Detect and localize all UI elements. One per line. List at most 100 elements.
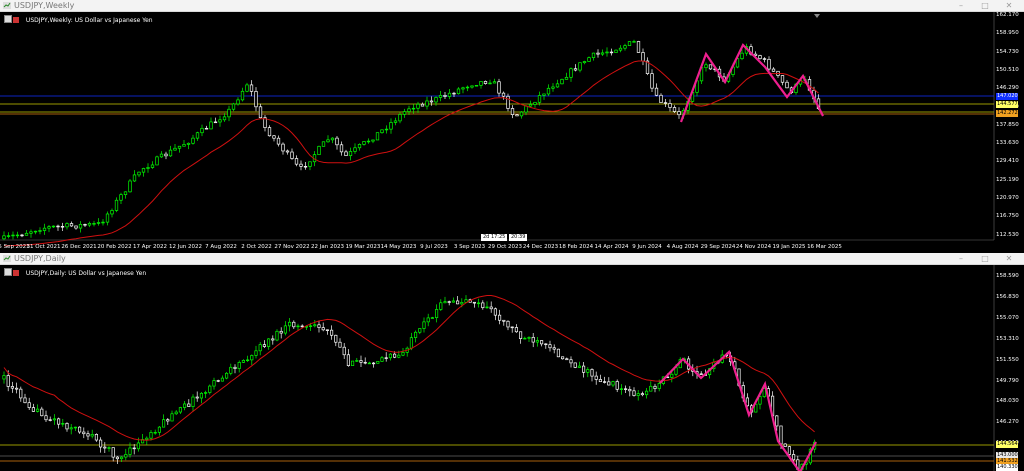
candle-body bbox=[456, 300, 460, 305]
candle-body bbox=[44, 415, 48, 421]
candle-body bbox=[326, 139, 330, 143]
candle-body bbox=[537, 95, 542, 103]
candle-body bbox=[435, 309, 439, 319]
chart-shift-icon[interactable] bbox=[814, 14, 820, 18]
candle-body bbox=[582, 365, 586, 373]
date-axis-label: 5 Sep 2021 bbox=[0, 244, 30, 250]
candle-body bbox=[272, 135, 276, 139]
maximize-icon[interactable]: □ bbox=[976, 253, 994, 265]
date-axis-label: 9 Jun 2024 bbox=[632, 244, 662, 250]
candle-body bbox=[183, 403, 187, 408]
candle-body bbox=[136, 442, 140, 450]
candle-body bbox=[452, 92, 456, 95]
daily-chart-canvas[interactable] bbox=[0, 265, 1024, 471]
price-axis-label: 151.550 bbox=[996, 356, 1019, 363]
close-icon[interactable]: ✕ bbox=[1000, 0, 1018, 12]
weekly-chart-window[interactable]: USDJPY,Weekly – □ ✕ USDJPY,Weekly: US Do… bbox=[0, 0, 1024, 252]
candle-body bbox=[103, 446, 107, 449]
candle-body bbox=[187, 403, 191, 407]
candle-body bbox=[123, 191, 128, 195]
maximize-icon[interactable]: □ bbox=[976, 0, 994, 12]
daily-chart-area[interactable]: USDJPY,Daily: US Dollar vs Japanese Yen … bbox=[0, 265, 1024, 471]
candle-body bbox=[276, 137, 281, 145]
candle-body bbox=[519, 111, 524, 117]
candle-body bbox=[594, 375, 598, 380]
date-axis-label: 26 Dec 2021 bbox=[61, 244, 97, 250]
date-axis-label: 16 Mar 2025 bbox=[807, 244, 842, 250]
candle-body bbox=[313, 324, 317, 327]
candle-body bbox=[542, 93, 546, 96]
candle-body bbox=[615, 381, 619, 390]
candle-body bbox=[105, 213, 110, 223]
date-axis-label: 4 Aug 2024 bbox=[666, 244, 699, 250]
candle-body bbox=[330, 329, 334, 336]
candle-body bbox=[488, 82, 492, 85]
candle-body bbox=[173, 147, 177, 151]
candle-body bbox=[762, 58, 767, 60]
candle-body bbox=[281, 143, 285, 152]
candle-body bbox=[636, 393, 640, 396]
candle-body bbox=[15, 234, 20, 237]
price-axis-label: 153.310 bbox=[996, 335, 1019, 342]
candle-body bbox=[636, 41, 641, 53]
daily-window-title: USDJPY,Daily bbox=[14, 254, 66, 263]
candle-body bbox=[398, 114, 402, 122]
weekly-chart-area[interactable]: USDJPY,Weekly: US Dollar vs Japanese Yen… bbox=[0, 12, 1024, 252]
candle-body bbox=[330, 137, 335, 141]
candle-body bbox=[168, 149, 173, 157]
one-click-trading-icon[interactable] bbox=[4, 15, 12, 23]
candle-body bbox=[90, 434, 94, 437]
candle-body bbox=[213, 121, 218, 124]
candle-body bbox=[502, 319, 506, 322]
minimize-icon[interactable]: – bbox=[952, 0, 970, 12]
price-axis-label: 148.030 bbox=[996, 398, 1019, 405]
one-click-trading-icon[interactable] bbox=[4, 268, 12, 276]
candle-body bbox=[271, 338, 275, 341]
date-axis-label: 29 Oct 2023 bbox=[487, 244, 523, 250]
candle-body bbox=[460, 302, 464, 305]
weekly-candles bbox=[2, 39, 821, 241]
candle-body bbox=[120, 456, 124, 460]
candle-body bbox=[393, 120, 398, 123]
candle-body bbox=[19, 388, 23, 399]
candle-body bbox=[624, 388, 628, 390]
candle-body bbox=[640, 393, 644, 396]
candle-body bbox=[47, 226, 51, 229]
candle-body bbox=[288, 321, 292, 327]
candle-body bbox=[506, 95, 510, 109]
candle-body bbox=[294, 158, 299, 165]
candle-body bbox=[775, 415, 779, 427]
close-icon[interactable]: ✕ bbox=[1000, 253, 1018, 265]
candle-body bbox=[758, 55, 762, 60]
price-axis-label: 120.970 bbox=[996, 195, 1019, 201]
weekly-chart-description: US Dollar vs Japanese Yen bbox=[74, 17, 153, 24]
candle-body bbox=[245, 84, 249, 92]
candle-body bbox=[657, 383, 661, 389]
candle-body bbox=[447, 301, 451, 303]
daily-window-titlebar[interactable]: USDJPY,Daily – □ ✕ bbox=[0, 253, 1024, 265]
date-axis-label: 12 Jun 2022 bbox=[168, 244, 203, 250]
date-axis-label: 29 Sep 2024 bbox=[700, 244, 736, 250]
chart-window-icon bbox=[3, 2, 11, 9]
candle-body bbox=[384, 357, 388, 359]
candle-body bbox=[262, 344, 266, 347]
candle-body bbox=[578, 62, 582, 71]
candle-body bbox=[199, 392, 203, 399]
candle-body bbox=[560, 78, 564, 85]
candle-body bbox=[82, 431, 86, 435]
candle-body bbox=[233, 366, 237, 369]
candle-body bbox=[132, 447, 136, 450]
minimize-icon[interactable]: – bbox=[952, 253, 970, 265]
weekly-window-titlebar[interactable]: USDJPY,Weekly – □ ✕ bbox=[0, 0, 1024, 12]
candle-body bbox=[540, 340, 544, 345]
candle-body bbox=[132, 174, 137, 182]
candle-body bbox=[416, 103, 420, 109]
candle-body bbox=[56, 225, 60, 228]
candle-body bbox=[670, 373, 674, 378]
candle-body bbox=[528, 104, 533, 107]
candle-body bbox=[2, 235, 6, 240]
candle-body bbox=[308, 161, 312, 167]
weekly-chart-canvas[interactable] bbox=[0, 12, 1024, 252]
daily-chart-window[interactable]: USDJPY,Daily – □ ✕ USDJPY,Daily: US Doll… bbox=[0, 253, 1024, 471]
date-axis-label: 31 Oct 2021 bbox=[26, 244, 61, 250]
